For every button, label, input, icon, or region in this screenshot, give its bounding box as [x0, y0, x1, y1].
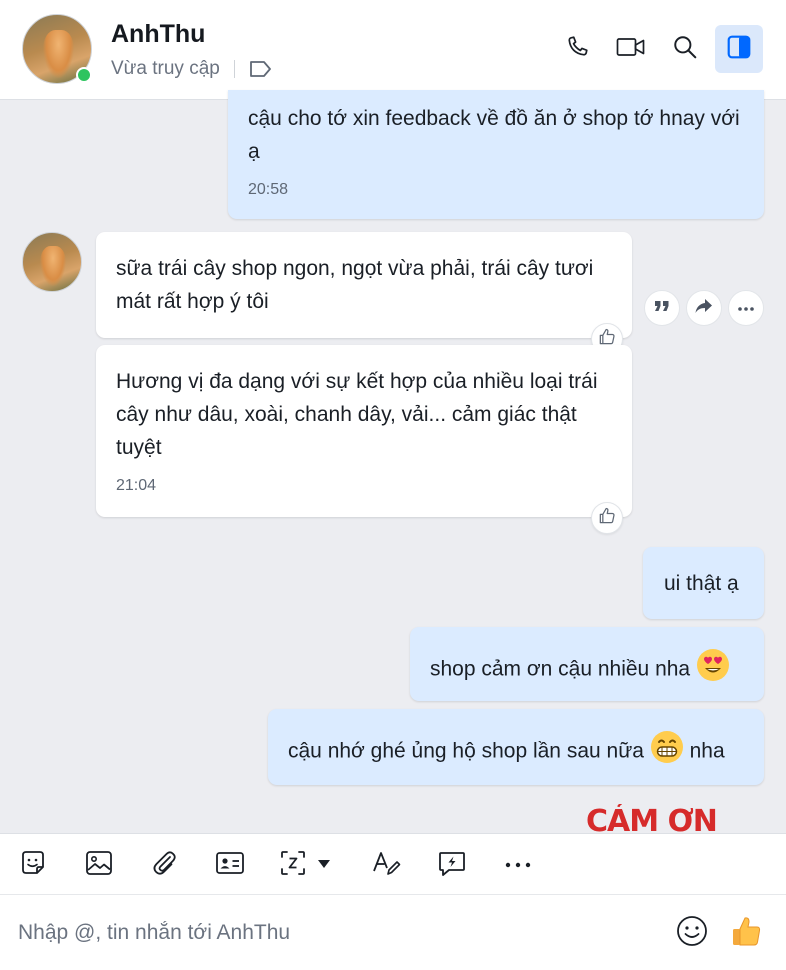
thumbs-up-icon [597, 506, 617, 531]
grinning-emoji-icon [650, 730, 684, 774]
quick-message-icon [437, 849, 467, 882]
sender-avatar[interactable] [22, 232, 82, 292]
send-like-button[interactable] [726, 913, 766, 953]
thumbs-up-icon [728, 913, 764, 954]
contact-card-icon [215, 851, 245, 880]
quote-icon [653, 299, 671, 318]
thank-you-sticker[interactable]: CẢM ƠN [586, 804, 717, 834]
forward-button[interactable] [686, 290, 722, 326]
quick-message-button[interactable] [435, 848, 469, 882]
message-bubble-sent[interactable]: ui thật ạ [643, 547, 764, 619]
online-status-dot [76, 67, 92, 83]
format-text-icon [371, 849, 401, 882]
message-text: cậu nhớ ghé ủng hộ shop lần sau nữa [288, 739, 644, 763]
more-horizontal-icon [737, 299, 755, 317]
chevron-down-icon[interactable] [317, 856, 331, 874]
message-text: Hương vị đa dạng với sự kết hợp của nhiề… [116, 370, 598, 459]
chat-header: AnhThu Vừa truy cập [0, 0, 786, 100]
status-divider [233, 60, 235, 78]
react-button[interactable] [591, 502, 623, 534]
screenshot-button[interactable] [279, 848, 345, 882]
composer-toolbar [0, 833, 786, 895]
message-text: sữa trái cây shop ngon, ngọt vừa phải, t… [116, 257, 594, 313]
screenshot-icon [279, 849, 311, 882]
attach-file-button[interactable] [147, 848, 181, 882]
contact-name[interactable]: AnhThu [111, 20, 205, 49]
message-text-suffix: nha [689, 739, 725, 763]
message-composer [0, 895, 786, 970]
message-bubble-sent[interactable]: cậu nhớ ghé ủng hộ shop lần sau nữa nha [268, 709, 764, 785]
reply-quote-button[interactable] [644, 290, 680, 326]
message-bubble-received[interactable]: sữa trái cây shop ngon, ngọt vừa phải, t… [96, 232, 632, 338]
sidebar-toggle-icon [726, 34, 752, 65]
sticker-button[interactable] [15, 848, 51, 882]
more-icon [504, 856, 532, 874]
forward-icon [694, 297, 714, 320]
search-icon [672, 34, 698, 65]
message-time: 20:58 [248, 181, 289, 198]
emoji-picker-button[interactable] [672, 913, 712, 953]
send-contact-card-button[interactable] [212, 848, 248, 882]
message-bubble-received[interactable]: Hương vị đa dạng với sự kết hợp của nhiề… [96, 345, 632, 517]
image-icon [85, 850, 113, 881]
contact-status: Vừa truy cập [111, 58, 220, 79]
phone-icon [564, 34, 590, 65]
more-tools-button[interactable] [501, 848, 535, 882]
more-message-options-button[interactable] [728, 290, 764, 326]
message-text: shop cảm ơn cậu nhiều nha [430, 657, 691, 681]
attachment-icon [150, 849, 178, 882]
video-call-button[interactable] [607, 25, 655, 73]
message-input[interactable] [18, 915, 658, 951]
sticker-icon [19, 849, 47, 882]
heart-eyes-emoji-icon [696, 648, 730, 692]
send-image-button[interactable] [81, 848, 117, 882]
message-text: ui thật ạ [664, 572, 739, 595]
contact-status-row: Vừa truy cập [111, 58, 273, 80]
message-text: cậu cho tớ xin feedback về đồ ăn ở shop … [248, 107, 740, 163]
label-tag-icon[interactable] [249, 60, 273, 78]
search-button[interactable] [661, 25, 709, 73]
video-call-icon [616, 36, 646, 63]
message-bubble-sent[interactable]: cậu cho tớ xin feedback về đồ ăn ở shop … [228, 90, 764, 219]
message-bubble-sent[interactable]: shop cảm ơn cậu nhiều nha [410, 627, 764, 701]
format-text-button[interactable] [369, 848, 403, 882]
toggle-info-panel-button[interactable] [715, 25, 763, 73]
message-time: 21:04 [116, 477, 157, 494]
smiley-icon [675, 914, 709, 953]
voice-call-button[interactable] [553, 25, 601, 73]
